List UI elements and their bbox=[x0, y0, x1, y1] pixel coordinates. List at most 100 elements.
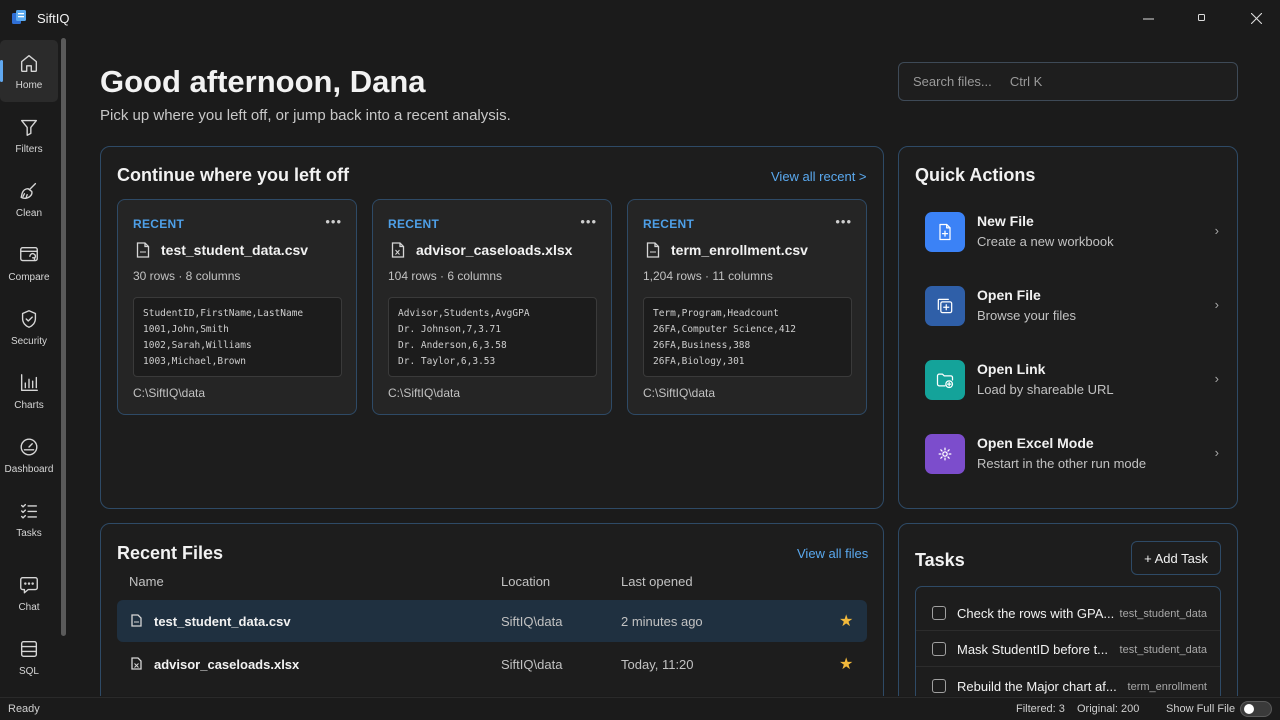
checklist-icon bbox=[18, 500, 40, 522]
open-excel-mode-action[interactable]: Open Excel Mode Restart in the other run… bbox=[915, 421, 1225, 483]
task-checkbox[interactable] bbox=[932, 606, 946, 620]
home-icon bbox=[18, 52, 40, 74]
action-title: Open File bbox=[977, 287, 1041, 303]
star-icon[interactable]: ★ bbox=[839, 654, 853, 674]
action-title: New File bbox=[977, 213, 1034, 229]
recent-tag: RECENT bbox=[388, 217, 440, 231]
task-list: Check the rows with GPA... test_student_… bbox=[915, 586, 1221, 696]
action-description: Load by shareable URL bbox=[977, 382, 1114, 397]
list-item[interactable]: Check the rows with GPA... test_student_… bbox=[916, 595, 1220, 631]
more-options-icon[interactable]: ••• bbox=[835, 214, 852, 229]
continue-panel: Continue where you left off View all rec… bbox=[100, 146, 884, 509]
sidebar-item-chat[interactable]: Chat bbox=[0, 562, 58, 624]
action-description: Restart in the other run mode bbox=[977, 456, 1147, 471]
open-link-action[interactable]: Open Link Load by shareable URL › bbox=[915, 347, 1225, 409]
continue-title: Continue where you left off bbox=[117, 165, 349, 185]
list-item[interactable]: Rebuild the Major chart af... term_enrol… bbox=[916, 668, 1220, 696]
search-input[interactable] bbox=[898, 62, 1238, 101]
sidebar-item-home[interactable]: Home bbox=[0, 40, 58, 102]
sidebar-item-label: Charts bbox=[14, 399, 44, 411]
sidebar-item-tasks[interactable]: Tasks bbox=[0, 488, 58, 550]
show-full-file-toggle[interactable] bbox=[1240, 701, 1272, 717]
add-task-button[interactable]: + Add Task bbox=[1131, 541, 1221, 575]
column-header-last-opened[interactable]: Last opened bbox=[621, 574, 693, 589]
preview-line: Dr. Taylor,6,3.53 bbox=[398, 356, 496, 367]
sidebar-item-compare[interactable]: Compare bbox=[0, 232, 58, 294]
sidebar-item-security[interactable]: Security bbox=[0, 296, 58, 358]
close-button[interactable] bbox=[1230, 0, 1280, 36]
app-logo-icon bbox=[12, 10, 26, 24]
task-file-tag: test_student_data bbox=[1119, 608, 1207, 620]
card-file-name: test_student_data.csv bbox=[161, 242, 309, 258]
preview-line: Term,Program,Headcount bbox=[653, 308, 779, 319]
task-file-tag: test_student_data bbox=[1119, 644, 1207, 656]
preview-line: Dr. Johnson,7,3.71 bbox=[398, 324, 501, 335]
sidebar-scrollbar[interactable] bbox=[61, 38, 66, 636]
sidebar-item-label: Clean bbox=[15, 207, 43, 219]
sidebar-item-label: Filters bbox=[15, 143, 43, 155]
tasks-panel: Tasks + Add Task Check the rows with GPA… bbox=[898, 523, 1238, 696]
card-file-path: C:\SiftIQ\data bbox=[388, 386, 461, 400]
sidebar-item-dashboard[interactable]: Dashboard bbox=[0, 424, 58, 486]
recent-files-title: Recent Files bbox=[117, 543, 224, 563]
card-file-path: C:\SiftIQ\data bbox=[643, 386, 716, 400]
recent-card[interactable]: RECENT ••• term_enrollment.csv 1,204 row… bbox=[627, 199, 867, 415]
card-file-name: advisor_caseloads.xlsx bbox=[416, 242, 573, 258]
recent-tag: RECENT bbox=[133, 217, 185, 231]
recent-card[interactable]: RECENT ••• test_student_data.csv 30 rows… bbox=[117, 199, 357, 415]
recent-files-panel: Recent Files View all files Name Locatio… bbox=[100, 523, 884, 696]
more-options-icon[interactable]: ••• bbox=[325, 214, 342, 229]
title-bar: SiftIQ bbox=[0, 0, 1280, 36]
task-checkbox[interactable] bbox=[932, 642, 946, 656]
more-options-icon[interactable]: ••• bbox=[580, 214, 597, 229]
new-file-action[interactable]: New File Create a new workbook › bbox=[915, 199, 1225, 261]
chat-icon bbox=[18, 574, 40, 596]
preview-line: 1001,John,Smith bbox=[143, 324, 229, 335]
sidebar: Home Filters Clean Compare Security Char… bbox=[0, 36, 62, 696]
status-bar: Ready Filtered: 3 Original: 200 Show Ful… bbox=[0, 697, 1280, 720]
list-item[interactable]: Mask StudentID before t... test_student_… bbox=[916, 631, 1220, 667]
star-icon[interactable]: ★ bbox=[839, 611, 853, 631]
quick-actions-panel: Quick Actions New File Create a new work… bbox=[898, 146, 1238, 509]
task-checkbox[interactable] bbox=[932, 679, 946, 693]
open-link-icon bbox=[925, 360, 965, 400]
recent-card[interactable]: RECENT ••• advisor_caseloads.xlsx 104 ro… bbox=[372, 199, 612, 415]
file-name: advisor_caseloads.xlsx bbox=[154, 657, 300, 672]
new-file-icon bbox=[925, 212, 965, 252]
csv-file-icon bbox=[646, 242, 660, 258]
view-all-recent-link[interactable]: View all recent > bbox=[771, 169, 867, 184]
minimize-icon bbox=[1142, 18, 1154, 19]
sidebar-item-clean[interactable]: Clean bbox=[0, 168, 58, 230]
maximize-button[interactable] bbox=[1176, 0, 1228, 36]
sidebar-item-charts[interactable]: Charts bbox=[0, 360, 58, 422]
preview-line: 1003,Michael,Brown bbox=[143, 356, 246, 367]
task-file-tag: term_enrollment bbox=[1127, 681, 1207, 693]
sidebar-item-filters[interactable]: Filters bbox=[0, 104, 58, 166]
table-row[interactable]: test_student_data.csv SiftIQ\data 2 minu… bbox=[117, 600, 867, 642]
quick-actions-title: Quick Actions bbox=[915, 165, 1036, 185]
compare-icon bbox=[18, 244, 40, 266]
csv-file-icon bbox=[136, 242, 150, 258]
card-file-meta: 30 rows · 8 columns bbox=[133, 269, 241, 283]
tasks-title: Tasks bbox=[915, 550, 965, 570]
column-header-name[interactable]: Name bbox=[129, 574, 164, 589]
file-icon bbox=[131, 614, 142, 627]
view-all-files-link[interactable]: View all files bbox=[797, 546, 868, 561]
show-full-file-label: Show Full File bbox=[1166, 703, 1236, 715]
recent-tag: RECENT bbox=[643, 217, 695, 231]
file-icon bbox=[131, 657, 142, 670]
status-ready: Ready bbox=[8, 703, 40, 715]
sidebar-item-label: Security bbox=[10, 335, 48, 347]
minimize-button[interactable] bbox=[1122, 0, 1174, 36]
sidebar-item-label: SQL bbox=[18, 665, 39, 677]
preview-line: 1002,Sarah,Williams bbox=[143, 340, 252, 351]
task-text: Rebuild the Major chart af... bbox=[957, 679, 1117, 694]
column-header-location[interactable]: Location bbox=[501, 574, 550, 589]
sidebar-item-sql[interactable]: SQL bbox=[0, 626, 58, 688]
card-file-meta: 104 rows · 6 columns bbox=[388, 269, 503, 283]
open-file-action[interactable]: Open File Browse your files › bbox=[915, 273, 1225, 335]
table-row[interactable]: advisor_caseloads.xlsx SiftIQ\data Today… bbox=[117, 643, 867, 685]
card-file-meta: 1,204 rows · 11 columns bbox=[643, 269, 773, 283]
chevron-right-icon: › bbox=[1214, 223, 1219, 238]
preview-line: Advisor,Students,AvgGPA bbox=[398, 308, 530, 319]
